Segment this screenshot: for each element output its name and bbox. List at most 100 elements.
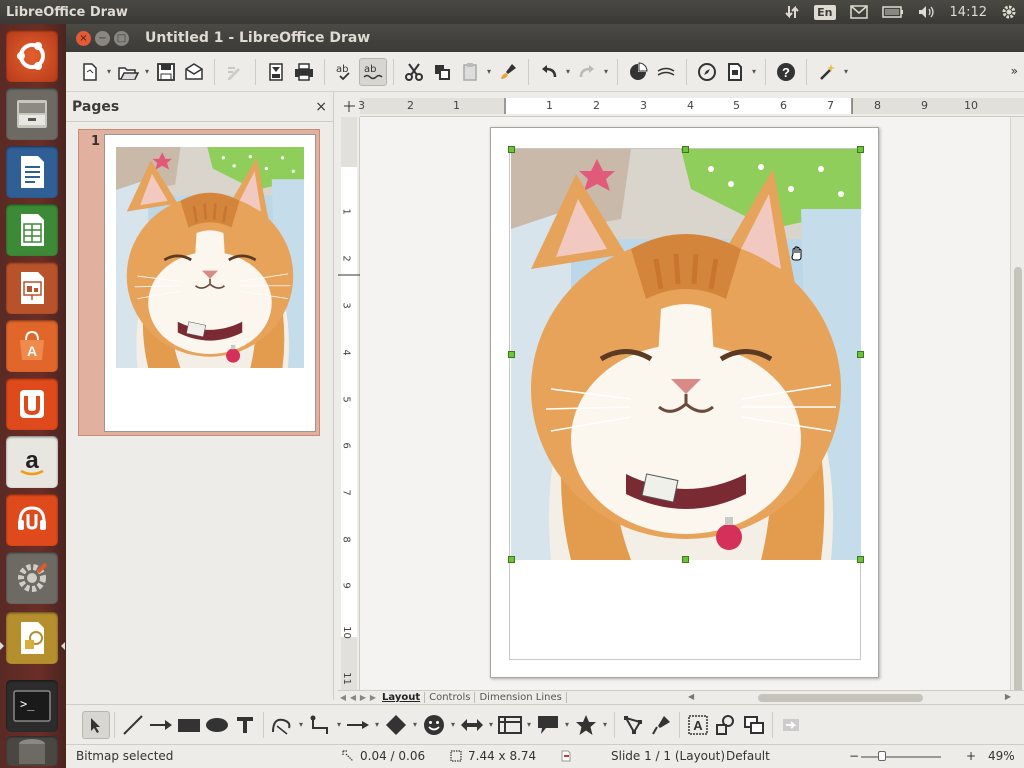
writer-button[interactable] xyxy=(6,146,58,198)
redo-dropdown-icon[interactable]: ▾ xyxy=(601,58,611,86)
toolbar-overflow-icon[interactable]: » xyxy=(1011,64,1018,78)
zoom-slider-track[interactable] xyxy=(861,756,941,758)
new-document-button[interactable] xyxy=(76,58,104,86)
cat-bitmap-image[interactable] xyxy=(511,149,861,560)
flowchart-dropdown-icon[interactable]: ▾ xyxy=(524,711,534,739)
ruler-corner[interactable] xyxy=(338,95,360,117)
stars-button[interactable] xyxy=(572,711,600,739)
spelling-button[interactable]: ab xyxy=(331,58,359,86)
lines-arrows-tool-button[interactable] xyxy=(344,711,372,739)
toggle-extrusion-button[interactable] xyxy=(777,711,805,739)
settings-gear-icon[interactable] xyxy=(994,0,1024,24)
selection-handle-middle-right[interactable] xyxy=(857,351,864,358)
selection-handle-top-center[interactable] xyxy=(682,146,689,153)
lines-arrows-dropdown-icon[interactable]: ▾ xyxy=(372,711,382,739)
draw-button[interactable] xyxy=(6,612,58,664)
arrange-button[interactable] xyxy=(740,711,768,739)
email-document-button[interactable] xyxy=(180,58,208,86)
glue-points-button[interactable] xyxy=(647,711,675,739)
selection-handle-middle-left[interactable] xyxy=(508,351,515,358)
block-arrows-dropdown-icon[interactable]: ▾ xyxy=(486,711,496,739)
ellipse-tool-button[interactable] xyxy=(203,711,231,739)
horizontal-scrollbar-thumb[interactable] xyxy=(758,694,923,702)
copy-button[interactable] xyxy=(428,58,456,86)
selection-handle-bottom-center[interactable] xyxy=(682,556,689,563)
selection-handle-top-left[interactable] xyxy=(508,146,515,153)
curve-tool-button[interactable] xyxy=(268,711,296,739)
close-pages-panel-button[interactable]: × xyxy=(315,99,327,115)
ubuntu-one-button[interactable] xyxy=(6,378,58,430)
volume-icon[interactable] xyxy=(911,0,943,24)
curve-dropdown-icon[interactable]: ▾ xyxy=(296,711,306,739)
system-settings-button[interactable] xyxy=(6,552,58,604)
terminal-button[interactable]: >_ xyxy=(6,680,58,732)
paste-dropdown-icon[interactable]: ▾ xyxy=(484,58,494,86)
battery-icon[interactable] xyxy=(875,0,911,24)
edit-file-button[interactable] xyxy=(221,58,249,86)
selection-handle-bottom-right[interactable] xyxy=(857,556,864,563)
slide-layout-button[interactable] xyxy=(721,58,749,86)
basic-shapes-dropdown-icon[interactable]: ▾ xyxy=(410,711,420,739)
extension-button[interactable] xyxy=(813,58,841,86)
drawing-canvas[interactable] xyxy=(360,117,1010,692)
paste-button[interactable] xyxy=(456,58,484,86)
callouts-dropdown-icon[interactable]: ▾ xyxy=(562,711,572,739)
page-thumbnail-item[interactable]: 1 xyxy=(78,129,320,436)
vertical-scrollbar[interactable] xyxy=(1010,117,1024,697)
horizontal-ruler[interactable]: 3 2 1 1 2 3 4 5 6 7 8 9 10 xyxy=(358,95,1024,117)
help-button[interactable]: ? xyxy=(772,58,800,86)
open-dropdown-icon[interactable]: ▾ xyxy=(142,58,152,86)
network-transfer-icon[interactable] xyxy=(777,0,807,24)
slide-dropdown-icon[interactable]: ▾ xyxy=(749,58,759,86)
navigator-button[interactable] xyxy=(693,58,721,86)
basic-shapes-button[interactable] xyxy=(382,711,410,739)
software-center-button[interactable]: A xyxy=(6,320,58,372)
connector-dropdown-icon[interactable]: ▾ xyxy=(334,711,344,739)
selection-handle-top-right[interactable] xyxy=(857,146,864,153)
connector-tool-button[interactable] xyxy=(306,711,334,739)
ubuntu-one-music-button[interactable] xyxy=(6,494,58,546)
print-button[interactable] xyxy=(290,58,318,86)
tab-controls[interactable]: Controls xyxy=(425,692,476,703)
insert-image-button[interactable] xyxy=(712,711,740,739)
document-modified-icon[interactable] xyxy=(560,750,572,762)
open-button[interactable] xyxy=(114,58,142,86)
zoom-percentage[interactable]: 49% xyxy=(988,749,1015,763)
selection-handle-bottom-left[interactable] xyxy=(508,556,515,563)
vertical-scrollbar-thumb[interactable] xyxy=(1014,267,1022,697)
extension-dropdown-icon[interactable]: ▾ xyxy=(841,58,851,86)
ubuntu-dash-button[interactable] xyxy=(6,30,58,82)
keyboard-layout-indicator[interactable]: En xyxy=(807,0,842,24)
undo-button[interactable] xyxy=(535,58,563,86)
rectangle-tool-button[interactable] xyxy=(175,711,203,739)
vertical-ruler[interactable]: 1 2 3 4 5 6 7 8 9 10 11 xyxy=(338,117,360,692)
drawing-page[interactable] xyxy=(490,127,879,678)
next-tab-button[interactable]: ▶ xyxy=(358,693,368,702)
master-page-name[interactable]: Default xyxy=(726,749,770,763)
flowchart-button[interactable] xyxy=(496,711,524,739)
prev-tab-button[interactable]: ◀ xyxy=(348,693,358,702)
line-tool-button[interactable] xyxy=(119,711,147,739)
cut-button[interactable] xyxy=(400,58,428,86)
text-tool-button[interactable] xyxy=(231,711,259,739)
points-button[interactable] xyxy=(619,711,647,739)
chart-button[interactable] xyxy=(624,58,652,86)
zoom-out-button[interactable]: − xyxy=(849,749,859,763)
fontwork-button[interactable] xyxy=(652,58,680,86)
new-dropdown-icon[interactable]: ▾ xyxy=(104,58,114,86)
calc-button[interactable] xyxy=(6,204,58,256)
page-thumbnail[interactable] xyxy=(104,134,316,432)
close-window-button[interactable]: × xyxy=(76,30,91,46)
horizontal-scrollbar[interactable]: ◀ ▶ xyxy=(688,692,1011,703)
mail-icon[interactable] xyxy=(843,0,875,24)
amazon-button[interactable]: a xyxy=(6,436,58,488)
tab-dimension-lines[interactable]: Dimension Lines xyxy=(475,692,567,703)
undo-dropdown-icon[interactable]: ▾ xyxy=(563,58,573,86)
scroll-left-icon[interactable]: ◀ xyxy=(688,692,694,701)
stars-dropdown-icon[interactable]: ▾ xyxy=(600,711,610,739)
minimize-window-button[interactable]: − xyxy=(95,30,110,46)
last-tab-button[interactable]: ▶ xyxy=(368,693,378,702)
maximize-window-button[interactable]: □ xyxy=(114,30,129,46)
first-tab-button[interactable]: ◀ xyxy=(338,693,348,702)
callouts-button[interactable] xyxy=(534,711,562,739)
